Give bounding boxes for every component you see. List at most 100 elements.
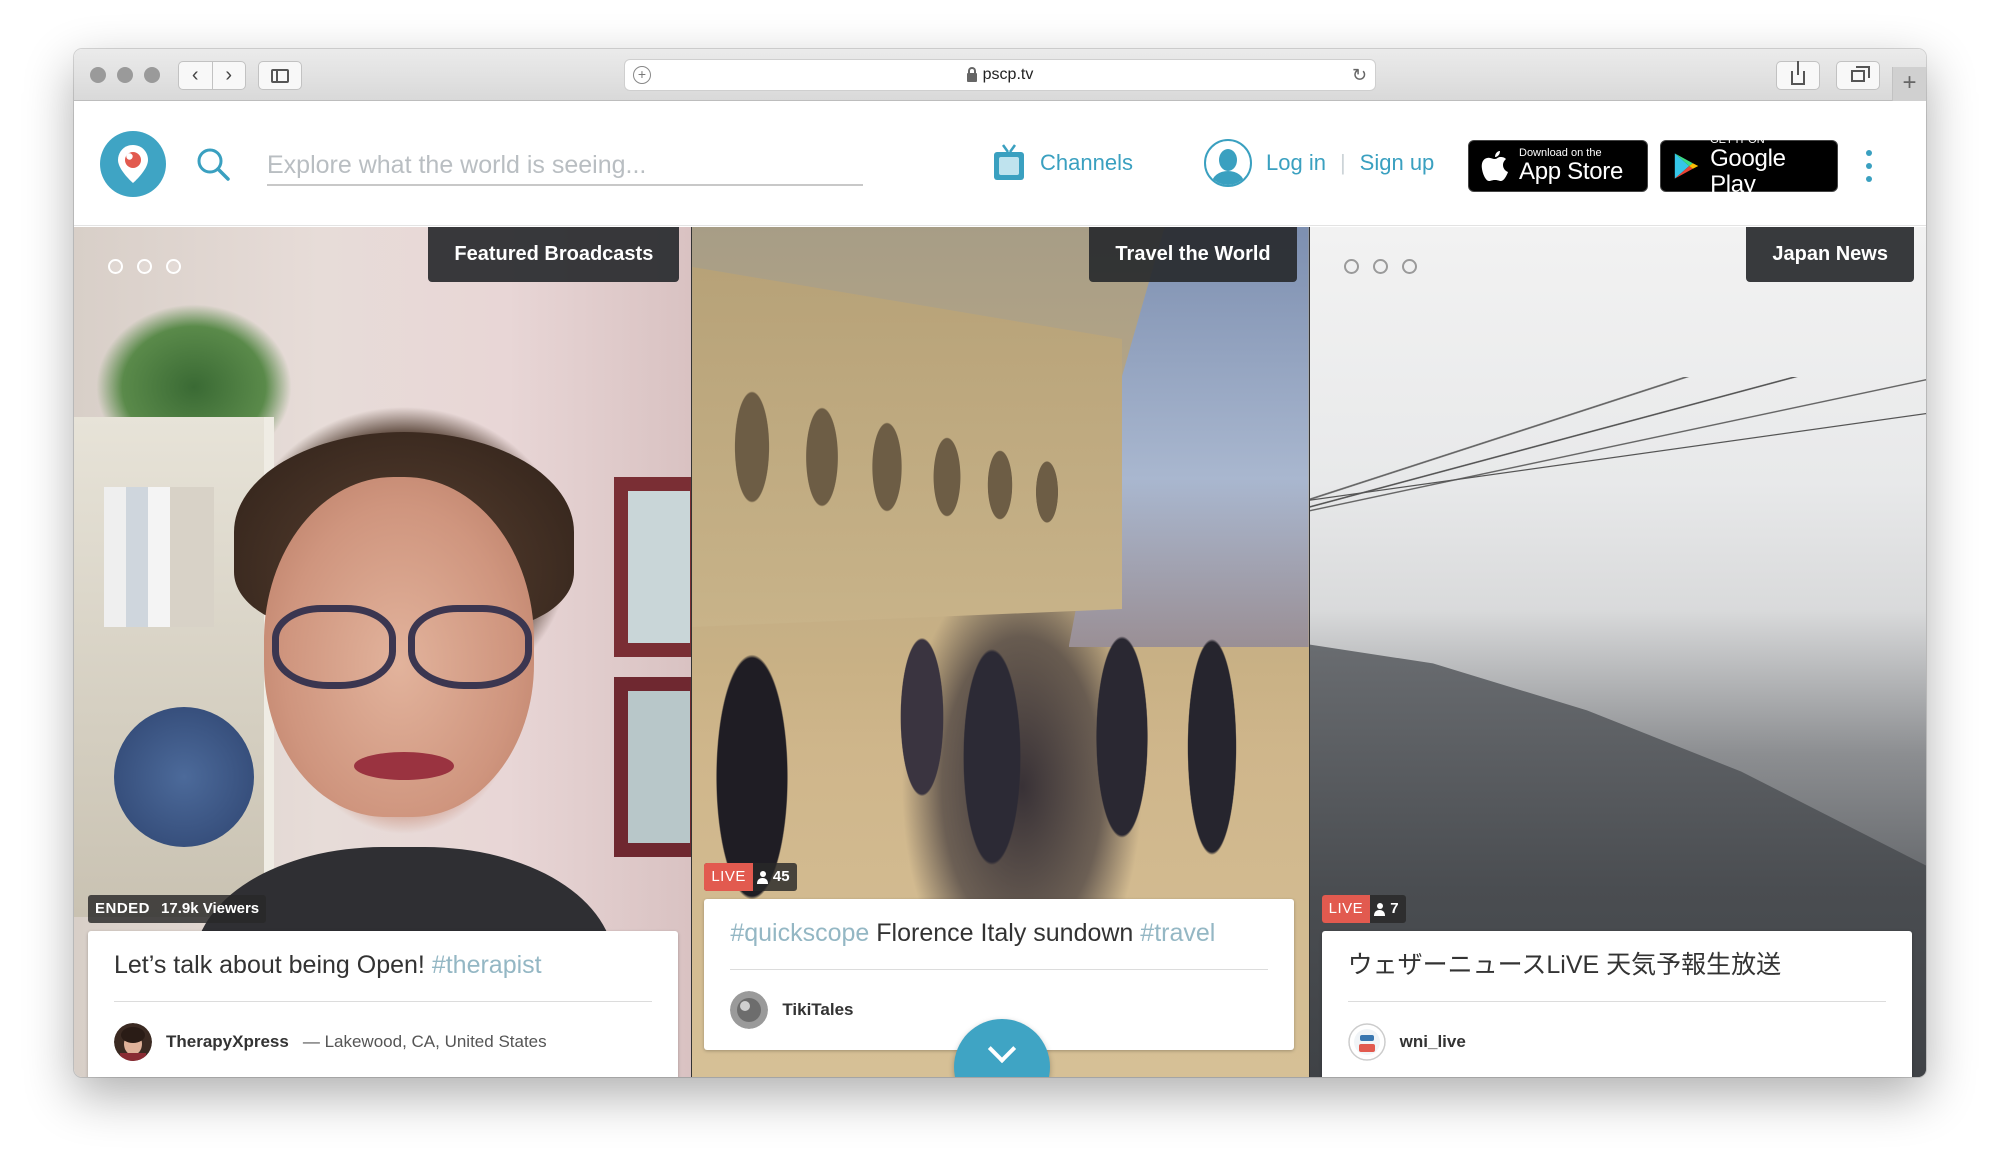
new-tab-button[interactable]: +	[1892, 67, 1926, 101]
status-tag: ENDED	[95, 900, 151, 917]
lock-icon	[966, 66, 977, 82]
carousel-dot[interactable]	[108, 259, 123, 274]
app-store-text: Download on the App Store	[1519, 147, 1623, 185]
apple-icon	[1481, 151, 1508, 181]
user-avatar-icon[interactable]	[1204, 139, 1252, 187]
channel-label[interactable]: Travel the World	[1089, 227, 1297, 282]
viewer-count: 17.9k Viewers	[161, 900, 260, 917]
search-input[interactable]	[267, 146, 863, 186]
app-store-big-text: App Store	[1519, 158, 1624, 185]
broadcast-title: #quickscope Florence Italy sundown #trav…	[704, 899, 1294, 949]
broadcaster-avatar[interactable]	[114, 1023, 152, 1061]
forward-button[interactable]: ›	[213, 62, 246, 89]
carousel-dot[interactable]	[1372, 259, 1388, 274]
add-bookmark-icon[interactable]: +	[633, 66, 651, 84]
google-play-big-text: Google Play	[1710, 145, 1786, 198]
scene-shelf	[74, 417, 274, 917]
share-button[interactable]	[1776, 60, 1820, 90]
more-dot	[1866, 176, 1872, 182]
viewer-count: 45	[753, 863, 797, 891]
chevron-down-icon	[987, 1034, 1017, 1064]
minimize-window-button[interactable]	[117, 67, 133, 83]
google-play-button[interactable]: GET IT ON Google Play	[1660, 134, 1838, 198]
tabs-icon	[1851, 65, 1870, 82]
channel-label[interactable]: Japan News	[1746, 227, 1914, 282]
browser-toolbar: ‹ › + pscp.tv ↻ +	[74, 49, 1926, 101]
scene-frame	[614, 677, 692, 857]
live-tag: LIVE	[1321, 895, 1371, 923]
carousel-dot[interactable]	[137, 259, 152, 274]
title-text: Florence Italy sundown	[869, 919, 1141, 947]
broadcaster-avatar[interactable]	[730, 991, 769, 1029]
more-options-icon[interactable]	[1864, 150, 1874, 182]
title-hashtag[interactable]: #travel	[1140, 919, 1215, 947]
app-store-button[interactable]: Download on the App Store	[1468, 140, 1648, 192]
carousel-dot[interactable]	[1343, 259, 1359, 274]
title-text: Let’s talk about being Open!	[114, 951, 432, 979]
viewer-icon	[1374, 902, 1386, 916]
google-play-icon	[1674, 153, 1699, 179]
back-button[interactable]: ‹	[179, 62, 213, 89]
title-hashtag[interactable]: #quickscope	[730, 919, 869, 947]
broadcast-status-badge: LIVE 45	[704, 863, 797, 891]
carousel-dots	[108, 259, 181, 274]
broadcast-title: Let’s talk about being Open! #therapist	[88, 931, 678, 981]
broadcaster-username[interactable]: TherapyXpress	[166, 1032, 289, 1052]
broadcaster-info: TherapyXpress — Lakewood, CA, United Sta…	[88, 1002, 678, 1077]
broadcast-location: — Lakewood, CA, United States	[302, 1032, 547, 1051]
broadcaster-avatar[interactable]	[1347, 1023, 1386, 1061]
carousel-dot[interactable]	[166, 259, 181, 274]
viewer-count-value: 45	[772, 868, 790, 885]
title-hashtag[interactable]: #therapist	[432, 951, 542, 979]
channels-label: Channels	[1040, 150, 1133, 175]
live-tag: LIVE	[704, 863, 753, 891]
broadcast-title: ウェザーニュースLiVE 天気予報生放送	[1322, 931, 1912, 981]
share-icon	[1791, 60, 1805, 85]
broadcaster-info: wni_live	[1322, 1002, 1912, 1077]
carousel-dot[interactable]	[1401, 259, 1417, 274]
scene-lips	[354, 752, 454, 780]
more-dot	[1866, 163, 1872, 169]
carousel-dots	[1343, 259, 1417, 274]
zoom-window-button[interactable]	[144, 67, 160, 83]
channel-column-featured: Featured Broadcasts ENDED 17.9k Viewers …	[74, 227, 692, 1077]
broadcast-card[interactable]: ウェザーニュースLiVE 天気予報生放送 wni_live	[1321, 931, 1912, 1077]
sidebar-icon	[271, 68, 289, 83]
reload-icon[interactable]: ↻	[1352, 65, 1367, 86]
login-link[interactable]: Log in	[1266, 150, 1326, 176]
signup-link[interactable]: Sign up	[1360, 150, 1435, 176]
broadcast-card[interactable]: Let’s talk about being Open! #therapist …	[88, 931, 678, 1077]
channels-link[interactable]: Channels	[992, 142, 1133, 184]
close-window-button[interactable]	[90, 67, 106, 83]
address-bar[interactable]: + pscp.tv ↻	[624, 59, 1376, 91]
url-display: pscp.tv	[966, 66, 1034, 84]
broadcast-columns: Featured Broadcasts ENDED 17.9k Viewers …	[74, 227, 1926, 1077]
title-text: ウェザーニュースLiVE 天気予報生放送	[1347, 951, 1782, 979]
tv-icon	[994, 144, 1024, 180]
account-links: Log in | Sign up	[1204, 138, 1434, 188]
periscope-logo[interactable]	[100, 131, 166, 197]
browser-window: ‹ › + pscp.tv ↻ + Explore what the world…	[74, 49, 1926, 1077]
scene-frame	[614, 477, 692, 657]
sidebar-toggle-button[interactable]	[258, 61, 302, 90]
search-icon[interactable]	[196, 147, 230, 181]
periscope-pin-icon	[118, 145, 148, 183]
broadcaster-username[interactable]: TikiTales	[782, 1000, 853, 1020]
site-header: Channels Log in | Sign up Download on th…	[74, 102, 1926, 226]
channel-label[interactable]: Featured Broadcasts	[428, 227, 680, 282]
viewer-count: 7	[1370, 895, 1405, 923]
link-separator: |	[1339, 150, 1346, 175]
more-dot	[1866, 150, 1872, 156]
show-tabs-button[interactable]	[1836, 61, 1880, 90]
channel-column-japan: Japan News LIVE 7 ウェザーニュースLiVE 天気予報生放送 w…	[1308, 227, 1926, 1077]
broadcast-status-badge: ENDED 17.9k Viewers	[88, 895, 267, 923]
broadcast-status-badge: LIVE 7	[1321, 895, 1406, 923]
channel-column-travel: Travel the World LIVE 45 #quickscope Flo…	[691, 227, 1309, 1077]
viewer-count-value: 7	[1390, 900, 1399, 917]
url-text: pscp.tv	[982, 66, 1034, 83]
scene-wires	[1309, 377, 1926, 537]
google-play-text: GET IT ON Google Play	[1710, 134, 1825, 198]
scene-glasses	[272, 605, 532, 689]
history-nav: ‹ ›	[178, 61, 246, 90]
broadcaster-username[interactable]: wni_live	[1400, 1032, 1466, 1052]
